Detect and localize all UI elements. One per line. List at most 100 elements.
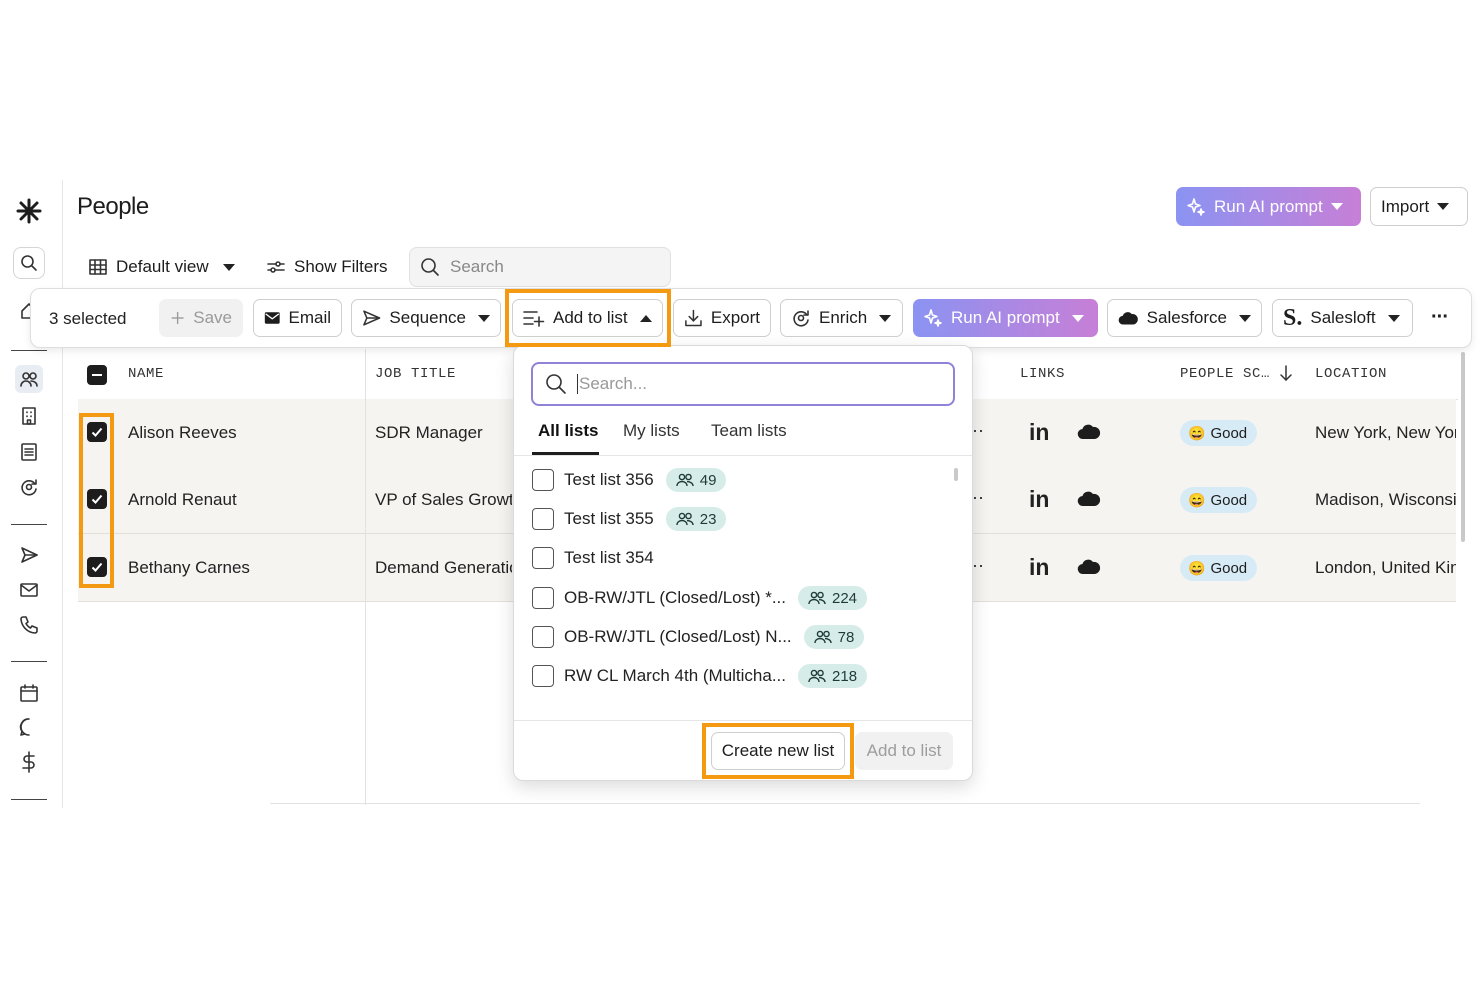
email-button[interactable]: Email	[253, 299, 342, 337]
linkedin-icon[interactable]: in	[1029, 419, 1049, 446]
column-divider	[365, 349, 366, 805]
tab-all-lists[interactable]: All lists	[538, 421, 598, 441]
calendar-icon[interactable]	[15, 679, 43, 707]
tab-team-lists[interactable]: Team lists	[711, 421, 787, 441]
member-count-badge: 224	[798, 586, 868, 610]
list-name: Test list 356	[564, 470, 654, 489]
sequence-label: Sequence	[389, 308, 466, 327]
list-checkbox[interactable]	[532, 626, 554, 648]
page-title: People	[77, 193, 149, 220]
smile-emoji-icon: 😄	[1188, 424, 1206, 441]
person-name[interactable]: Bethany Carnes	[128, 558, 250, 578]
linkedin-icon[interactable]: in	[1029, 554, 1049, 581]
salesforce-cloud-icon[interactable]	[1077, 558, 1101, 575]
default-view-label: Default view	[116, 257, 209, 276]
list-item[interactable]: Test list 356 49	[532, 467, 727, 493]
job-title: Demand Generation	[375, 558, 512, 577]
default-view-selector[interactable]: Default view	[88, 257, 235, 277]
table-bottom-border	[270, 803, 1420, 804]
job-title: SDR Manager	[375, 423, 483, 442]
tab-my-lists[interactable]: My lists	[623, 421, 680, 441]
list-checkbox[interactable]	[532, 547, 554, 569]
chevron-down-icon	[1239, 314, 1251, 322]
row-checkbox[interactable]	[87, 557, 107, 577]
chat-icon[interactable]	[15, 713, 43, 741]
chevron-down-icon	[1437, 203, 1450, 210]
more-links-ellipsis[interactable]: ··	[972, 555, 984, 576]
import-button[interactable]: Import	[1370, 187, 1468, 226]
sort-descending-icon[interactable]	[1279, 364, 1293, 382]
person-name[interactable]: Alison Reeves	[128, 423, 237, 443]
column-header-name[interactable]: NAME	[128, 366, 164, 382]
smile-emoji-icon: 😄	[1188, 491, 1206, 508]
column-header-links[interactable]: LINKS	[1020, 366, 1065, 382]
send-icon[interactable]	[15, 541, 43, 569]
list-item[interactable]: OB-RW/JTL (Closed/Lost) *... 224	[532, 585, 868, 611]
tabs-divider	[514, 455, 972, 456]
create-new-list-button[interactable]: Create new list	[711, 732, 845, 770]
salesforce-button[interactable]: Salesforce	[1107, 299, 1262, 337]
member-count: 218	[832, 667, 858, 685]
location: London, United Kingdom	[1315, 558, 1456, 577]
member-count-badge: 23	[665, 507, 727, 531]
member-count-badge: 49	[665, 468, 727, 492]
dollar-icon[interactable]	[15, 748, 43, 776]
show-filters-button[interactable]: Show Filters	[266, 257, 388, 277]
list-search-input[interactable]: Search...	[531, 362, 955, 406]
member-count: 224	[832, 589, 858, 607]
list-checkbox[interactable]	[532, 587, 554, 609]
mail-icon	[264, 312, 280, 324]
run-ai-prompt-toolbar-button[interactable]: Run AI prompt	[913, 299, 1098, 337]
run-ai-prompt-button[interactable]: Run AI prompt	[1176, 187, 1361, 226]
column-header-people-score[interactable]: PEOPLE SC…	[1180, 366, 1270, 382]
list-search-placeholder: Search...	[577, 374, 648, 394]
save-button[interactable]: Save	[159, 299, 243, 337]
list-checkbox[interactable]	[532, 665, 554, 687]
sequence-button[interactable]: Sequence	[351, 299, 501, 337]
add-to-list-button[interactable]: Add to list	[512, 299, 663, 337]
search-input[interactable]: Search	[409, 247, 671, 287]
member-count-badge: 218	[798, 664, 868, 688]
list-item[interactable]: RW CL March 4th (Multicha... 218	[532, 663, 868, 689]
person-name[interactable]: Arnold Renaut	[128, 490, 237, 510]
chevron-down-icon	[1330, 203, 1343, 210]
export-button[interactable]: Export	[673, 299, 771, 337]
list-checkbox[interactable]	[532, 508, 554, 530]
list-item[interactable]: Test list 355 23	[532, 506, 727, 532]
salesforce-cloud-icon[interactable]	[1077, 423, 1101, 440]
selected-count: 3 selected	[49, 309, 127, 328]
mail-icon[interactable]	[15, 576, 43, 604]
chevron-down-icon	[1387, 314, 1400, 322]
list-item[interactable]: Test list 354	[532, 545, 654, 571]
list-icon[interactable]	[15, 438, 43, 466]
add-to-list-confirm-button[interactable]: Add to list	[855, 732, 953, 770]
people-icon[interactable]	[15, 365, 43, 393]
search-icon[interactable]	[13, 247, 45, 279]
list-scrollbar[interactable]	[954, 468, 958, 481]
linkedin-icon[interactable]: in	[1029, 486, 1049, 513]
enrich-button[interactable]: Enrich	[780, 299, 903, 337]
more-options-button[interactable]: ···	[1431, 306, 1449, 329]
list-checkbox[interactable]	[532, 469, 554, 491]
send-icon	[363, 310, 381, 326]
enrich-icon[interactable]	[15, 473, 43, 501]
table-scrollbar[interactable]	[1461, 352, 1465, 542]
list-name: OB-RW/JTL (Closed/Lost) N...	[564, 627, 792, 646]
select-all-checkbox[interactable]	[87, 365, 107, 385]
people-score-badge: 😄 Good	[1180, 487, 1258, 513]
location: New York, New York	[1315, 423, 1456, 442]
salesforce-cloud-icon[interactable]	[1077, 490, 1101, 507]
column-header-location[interactable]: LOCATION	[1315, 366, 1387, 382]
column-header-job-title[interactable]: JOB TITLE	[375, 366, 456, 382]
more-links-ellipsis[interactable]: ··	[972, 487, 984, 508]
row-checkbox[interactable]	[87, 489, 107, 509]
more-links-ellipsis[interactable]: ··	[972, 420, 984, 441]
export-label: Export	[710, 308, 760, 327]
list-item[interactable]: OB-RW/JTL (Closed/Lost) N... 78	[532, 624, 865, 650]
people-score-badge: 😄 Good	[1180, 420, 1258, 446]
import-label: Import	[1381, 196, 1430, 216]
building-icon[interactable]	[15, 402, 43, 430]
row-checkbox[interactable]	[87, 422, 107, 442]
phone-icon[interactable]	[15, 611, 43, 639]
salesloft-button[interactable]: S. Salesloft	[1272, 299, 1413, 337]
